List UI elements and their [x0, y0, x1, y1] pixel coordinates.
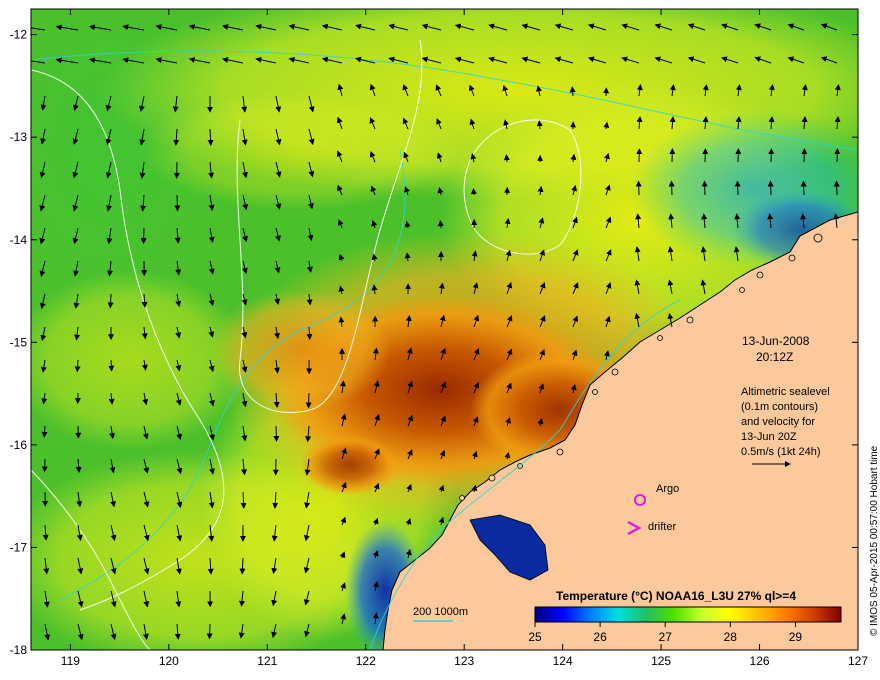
lon-tick-label: 122 — [356, 654, 376, 668]
drifter-label: drifter — [648, 521, 676, 533]
colorbar-tick-label: 27 — [659, 630, 673, 644]
altimetry-line-4: 13-Jun 20Z — [741, 431, 797, 443]
velocity-arrow — [536, 120, 543, 130]
velocity-arrow — [734, 180, 741, 196]
altimetry-line-3: and velocity for — [741, 416, 815, 428]
velocity-arrow — [174, 194, 181, 212]
lon-tick-label: 120 — [159, 654, 179, 668]
lat-tick-label: -13 — [10, 130, 28, 144]
lon-tick-label: 119 — [61, 654, 80, 668]
velocity-arrow — [107, 293, 114, 309]
colorbar-tick-label: 28 — [724, 630, 738, 644]
altimetry-line-5: 0.5m/s (1kt 24h) — [741, 446, 820, 458]
velocity-arrow — [470, 188, 477, 196]
lat-tick-label: -14 — [10, 233, 28, 247]
lat-tick-label: -16 — [10, 438, 28, 452]
lat-tick-label: -18 — [10, 643, 28, 657]
velocity-arrow — [503, 154, 510, 163]
lon-tick-label: 123 — [454, 654, 474, 668]
lon-tick-label: 124 — [553, 654, 573, 668]
lat-tick-label: -12 — [10, 28, 28, 42]
time-label: 20:12Z — [756, 350, 793, 364]
lat-tick-label: -17 — [10, 540, 28, 554]
argo-label: Argo — [656, 483, 679, 495]
colorbar-tick-label: 25 — [528, 630, 542, 644]
sst-map-figure: 119 120 121 122 123 124 125 126 127 -12 -13 -14 -15… — [10, 8, 880, 668]
velocity-arrow — [273, 425, 280, 442]
velocity-arrow — [800, 180, 807, 196]
colorbar-title: Temperature (°C) NOAA16_L3U 27% ql>=4 — [556, 589, 796, 603]
colorbar-tick-label: 29 — [789, 630, 803, 644]
colorbar-tick-label: 26 — [593, 630, 607, 644]
lat-tick-label: -15 — [10, 335, 28, 349]
velocity-arrow — [108, 359, 115, 372]
date-label: 13-Jun-2008 — [742, 334, 810, 348]
colorbar-ramp — [534, 606, 842, 623]
lon-tick-label: 125 — [651, 654, 671, 668]
velocity-arrow — [305, 392, 312, 409]
velocity-arrow — [767, 180, 774, 196]
velocity-arrow — [206, 623, 213, 640]
altimetry-line-2: (0.1m contours) — [741, 401, 818, 413]
velocity-arrow — [635, 180, 642, 196]
lon-tick-label: 126 — [750, 654, 770, 668]
lon-tick-label: 121 — [257, 654, 277, 668]
velocity-arrow — [833, 180, 840, 196]
bathymetry-label: 200 1000m — [413, 606, 468, 618]
velocity-arrow — [668, 180, 675, 196]
lon-tick-label: 127 — [848, 654, 868, 668]
velocity-arrow — [701, 180, 708, 196]
credit-text: © IMOS 05-Apr-2015 00:57:00 Hobart time — [869, 445, 880, 636]
altimetry-line-1: Altimetric sealevel — [741, 386, 830, 398]
velocity-arrow — [437, 220, 444, 229]
velocity-arrow — [140, 227, 147, 245]
